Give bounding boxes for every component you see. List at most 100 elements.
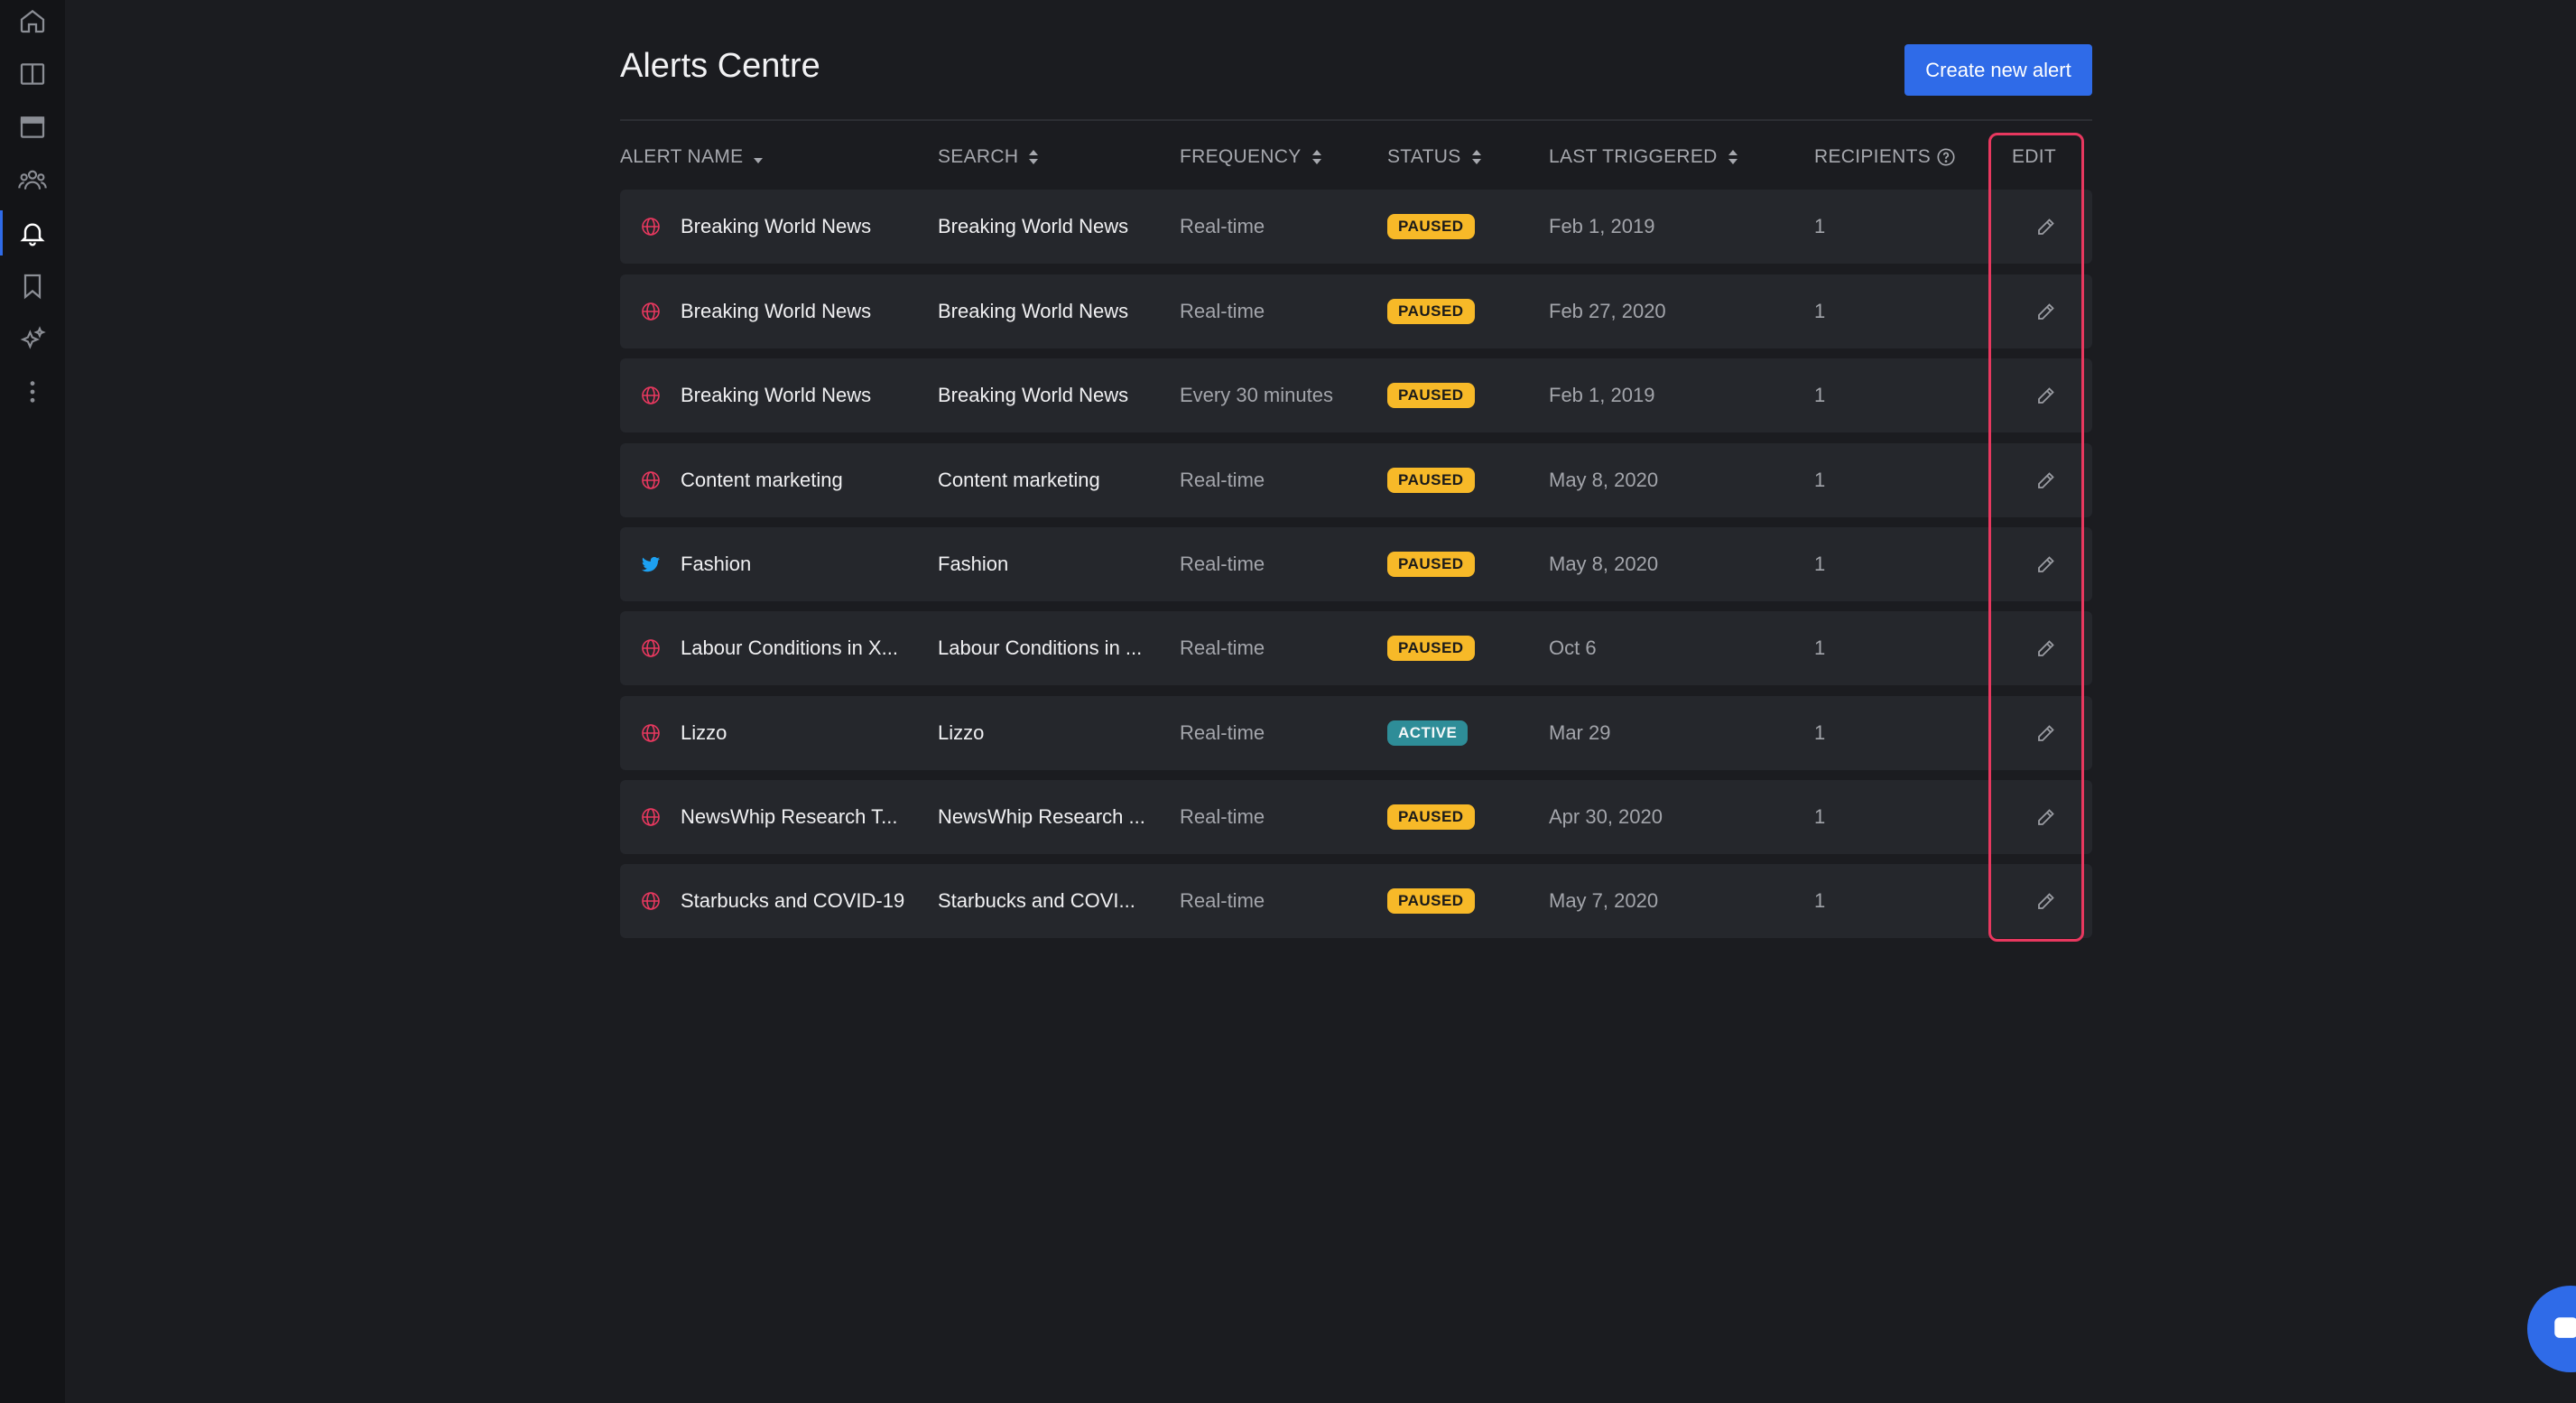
globe-icon: [638, 611, 663, 685]
alert-name[interactable]: Lizzo: [681, 696, 929, 770]
status-badge: PAUSED: [1387, 299, 1475, 324]
alert-search: NewsWhip Research ...: [938, 805, 1145, 828]
alert-search: Content marketing: [938, 469, 1100, 491]
table-row[interactable]: NewsWhip Research T... NewsWhip Research …: [620, 780, 2092, 854]
sort-icon: [1470, 146, 1483, 168]
status-badge: PAUSED: [1387, 888, 1475, 914]
globe-icon: [638, 864, 663, 938]
alert-search: Breaking World News: [938, 215, 1129, 237]
column-header-status[interactable]: STATUS: [1387, 145, 1483, 169]
alert-name[interactable]: Content marketing: [681, 443, 929, 517]
bell-icon[interactable]: [16, 217, 49, 249]
table-row[interactable]: Labour Conditions in X... Labour Conditio…: [620, 611, 2092, 685]
column-label: LAST TRIGGERED: [1549, 146, 1718, 167]
table-row[interactable]: Fashion Fashion Real-time PAUSED May 8, 2020…: [620, 527, 2092, 601]
sort-icon: [1727, 146, 1739, 168]
status-cell: PAUSED: [1387, 274, 1523, 348]
status-cell: PAUSED: [1387, 443, 1523, 517]
edit-column-highlight: [1988, 133, 2084, 942]
sort-icon: [1311, 146, 1323, 168]
alert-frequency: Real-time: [1180, 889, 1265, 912]
alert-search: Lizzo: [938, 721, 985, 744]
alert-name[interactable]: Labour Conditions in X...: [681, 611, 929, 685]
columns-icon[interactable]: [16, 58, 49, 90]
last-triggered: May 8, 2020: [1549, 469, 1659, 491]
alert-name[interactable]: Fashion: [681, 527, 929, 601]
users-icon[interactable]: [16, 163, 49, 196]
last-triggered: Apr 30, 2020: [1549, 805, 1663, 828]
alert-name[interactable]: Starbucks and COVID-19: [681, 864, 929, 938]
column-label: FREQUENCY: [1180, 146, 1302, 167]
alert-frequency: Real-time: [1180, 215, 1265, 237]
page-title: Alerts Centre: [620, 47, 820, 85]
status-cell: PAUSED: [1387, 780, 1523, 854]
chat-icon: [2554, 1317, 2576, 1338]
status-badge: PAUSED: [1387, 552, 1475, 577]
sort-descending-icon: [752, 146, 764, 168]
last-triggered: Feb 1, 2019: [1549, 215, 1655, 237]
more-vertical-icon[interactable]: [16, 376, 49, 408]
home-icon[interactable]: [16, 5, 49, 37]
alert-frequency: Real-time: [1180, 469, 1265, 491]
status-badge: PAUSED: [1387, 383, 1475, 408]
window-icon[interactable]: [16, 111, 49, 144]
status-cell: PAUSED: [1387, 611, 1523, 685]
status-badge: PAUSED: [1387, 468, 1475, 493]
last-triggered: Oct 6: [1549, 636, 1597, 659]
alert-name[interactable]: Breaking World News: [681, 358, 929, 432]
globe-icon: [638, 190, 663, 264]
alert-frequency: Real-time: [1180, 636, 1265, 659]
globe-icon: [638, 780, 663, 854]
create-new-alert-button[interactable]: Create new alert: [1904, 44, 2092, 96]
table-row[interactable]: Breaking World News Breaking World News Ev…: [620, 358, 2092, 432]
status-cell: PAUSED: [1387, 864, 1523, 938]
twitter-icon: [638, 527, 663, 601]
table-row[interactable]: Starbucks and COVID-19 Starbucks and COVI…: [620, 864, 2092, 938]
recipients-count: 1: [1814, 889, 1826, 912]
sidebar: [0, 0, 65, 1403]
recipients-count: 1: [1814, 721, 1826, 744]
globe-icon: [638, 696, 663, 770]
sort-icon: [1027, 146, 1040, 168]
alert-search: Starbucks and COVI...: [938, 889, 1135, 912]
column-label: SEARCH: [938, 146, 1019, 167]
recipients-count: 1: [1814, 805, 1826, 828]
header-divider: [620, 119, 2092, 121]
alert-frequency: Real-time: [1180, 805, 1265, 828]
status-badge: ACTIVE: [1387, 720, 1469, 746]
recipients-count: 1: [1814, 215, 1826, 237]
alert-frequency: Real-time: [1180, 300, 1265, 322]
last-triggered: Mar 29: [1549, 721, 1611, 744]
alert-name[interactable]: Breaking World News: [681, 190, 929, 264]
alert-frequency: Real-time: [1180, 721, 1265, 744]
column-header-alert-name[interactable]: ALERT NAME: [620, 145, 764, 169]
recipients-count: 1: [1814, 636, 1826, 659]
column-header-search[interactable]: SEARCH: [938, 145, 1040, 169]
bookmark-icon[interactable]: [16, 270, 49, 302]
alert-search: Fashion: [938, 553, 1009, 575]
table-row[interactable]: Lizzo Lizzo Real-time ACTIVE Mar 29 1: [620, 696, 2092, 770]
status-badge: PAUSED: [1387, 804, 1475, 830]
help-circle-icon[interactable]: [1936, 147, 1956, 167]
alert-name[interactable]: Breaking World News: [681, 274, 929, 348]
status-cell: PAUSED: [1387, 190, 1523, 264]
table-row[interactable]: Breaking World News Breaking World News Re…: [620, 274, 2092, 348]
column-header-frequency[interactable]: FREQUENCY: [1180, 145, 1323, 169]
table-row[interactable]: Content marketing Content marketing Real-t…: [620, 443, 2092, 517]
status-badge: PAUSED: [1387, 214, 1475, 239]
column-label: RECIPIENTS: [1814, 146, 1932, 167]
alert-search: Breaking World News: [938, 300, 1129, 322]
alert-frequency: Every 30 minutes: [1180, 384, 1333, 406]
sparkle-icon[interactable]: [16, 323, 49, 356]
alert-frequency: Real-time: [1180, 553, 1265, 575]
table-row[interactable]: Breaking World News Breaking World News Re…: [620, 190, 2092, 264]
alert-name[interactable]: NewsWhip Research T...: [681, 780, 929, 854]
alert-search: Breaking World News: [938, 384, 1129, 406]
chat-launcher-button[interactable]: [2527, 1286, 2576, 1372]
globe-icon: [638, 274, 663, 348]
recipients-count: 1: [1814, 300, 1826, 322]
status-cell: PAUSED: [1387, 527, 1523, 601]
column-label: ALERT NAME: [620, 146, 744, 167]
column-header-last-triggered[interactable]: LAST TRIGGERED: [1549, 145, 1739, 169]
last-triggered: May 8, 2020: [1549, 553, 1659, 575]
